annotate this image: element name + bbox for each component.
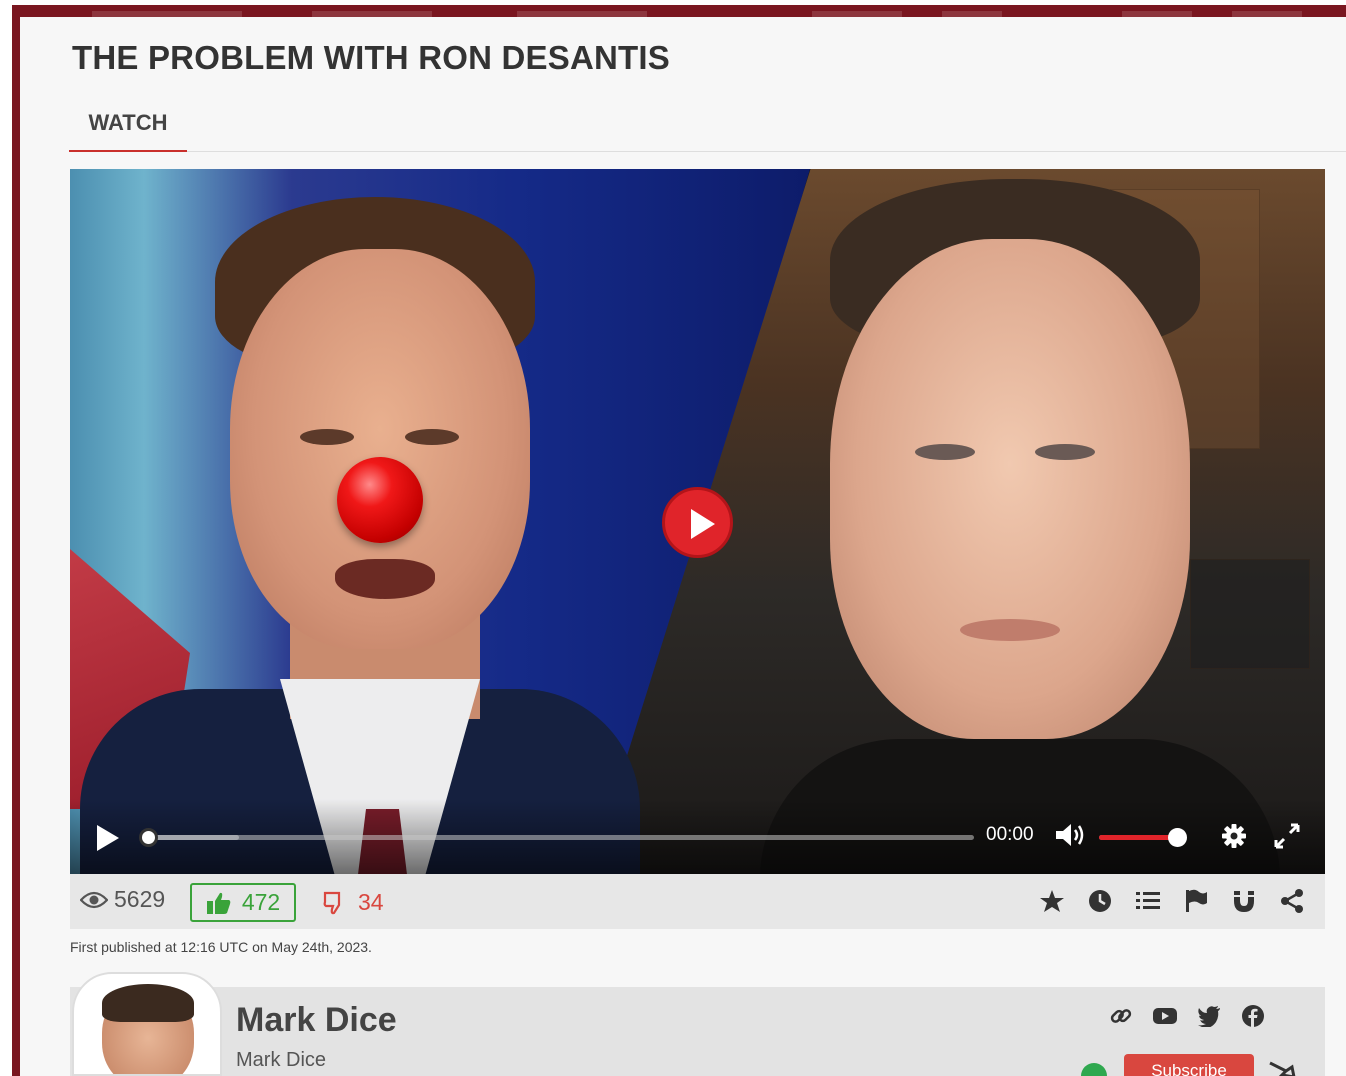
flag-icon: [1186, 889, 1207, 912]
big-play-button[interactable]: [662, 487, 733, 558]
play-pause-button[interactable]: [97, 825, 119, 851]
page-title: THE PROBLEM WITH RON DESANTIS: [72, 39, 670, 76]
tab-bar: WATCH: [69, 105, 1346, 152]
view-count: 5629: [80, 886, 165, 913]
youtube-icon: [1153, 1008, 1177, 1024]
seek-bar[interactable]: [139, 828, 974, 847]
channel-twitter-link[interactable]: [1196, 1003, 1222, 1029]
dislike-count: 34: [358, 889, 384, 915]
report-button[interactable]: [1182, 886, 1210, 916]
subscriber-count-badge: [1081, 1063, 1107, 1076]
volume-handle[interactable]: [1168, 828, 1188, 847]
share-button[interactable]: [1278, 886, 1306, 916]
view-count-value: 5629: [114, 886, 166, 912]
magnet-icon: [1234, 891, 1254, 912]
eye-icon: [80, 891, 108, 908]
video-actions: [1038, 886, 1306, 916]
channel-socials: [1108, 1003, 1266, 1029]
video-page: THE PROBLEM WITH RON DESANTIS WATCH 00:0…: [20, 17, 1346, 1076]
play-icon: [691, 509, 715, 539]
list-icon: [1136, 892, 1160, 909]
watch-later-button[interactable]: [1086, 886, 1114, 916]
like-count: 472: [241, 889, 281, 915]
video-player[interactable]: 00:00: [70, 169, 1325, 874]
link-icon: [1110, 1009, 1132, 1023]
share-icon: [1281, 889, 1303, 913]
magnet-button[interactable]: [1230, 886, 1258, 916]
clown-nose: [337, 457, 423, 543]
clock-icon: [1089, 890, 1111, 912]
channel-link[interactable]: [1108, 1003, 1134, 1029]
like-button[interactable]: 472: [190, 883, 296, 922]
page-frame-left: [12, 5, 20, 1076]
avatar[interactable]: [72, 972, 222, 1076]
seek-handle[interactable]: [139, 828, 158, 847]
dislike-button[interactable]: 34: [322, 885, 384, 920]
fullscreen-icon[interactable]: [1272, 821, 1302, 851]
publish-date: First published at 12:16 UTC on May 24th…: [70, 939, 372, 955]
top-nav-bar: [12, 5, 1346, 17]
twitter-icon: [1198, 1006, 1220, 1027]
channel-bar: Mark Dice Mark Dice Subscribe: [70, 972, 1325, 1076]
volume-slider[interactable]: [1099, 828, 1188, 847]
player-controls: 00:00: [70, 799, 1325, 874]
seek-buffered: [148, 835, 239, 840]
time-display: 00:00: [986, 824, 1034, 845]
settings-gear-icon[interactable]: [1219, 821, 1249, 851]
volume-icon[interactable]: [1054, 821, 1086, 849]
tab-watch[interactable]: WATCH: [69, 105, 187, 152]
notification-bell-icon[interactable]: [1266, 1059, 1296, 1076]
channel-youtube-link[interactable]: [1152, 1003, 1178, 1029]
facebook-icon: [1242, 1005, 1264, 1027]
thumbnail-person-right: [760, 179, 1280, 874]
channel-name[interactable]: Mark Dice: [236, 1001, 397, 1040]
star-icon: [1040, 890, 1064, 912]
thumbs-down-icon: [323, 891, 341, 914]
channel-facebook-link[interactable]: [1240, 1003, 1266, 1029]
subscribe-button[interactable]: Subscribe: [1124, 1054, 1254, 1076]
favorite-button[interactable]: [1038, 886, 1066, 916]
playlist-button[interactable]: [1134, 886, 1162, 916]
channel-subtitle: Mark Dice: [236, 1049, 327, 1071]
volume-level: [1099, 835, 1178, 840]
thumbs-up-icon: [206, 892, 231, 914]
video-stats-bar: 5629 472 34: [70, 874, 1325, 929]
